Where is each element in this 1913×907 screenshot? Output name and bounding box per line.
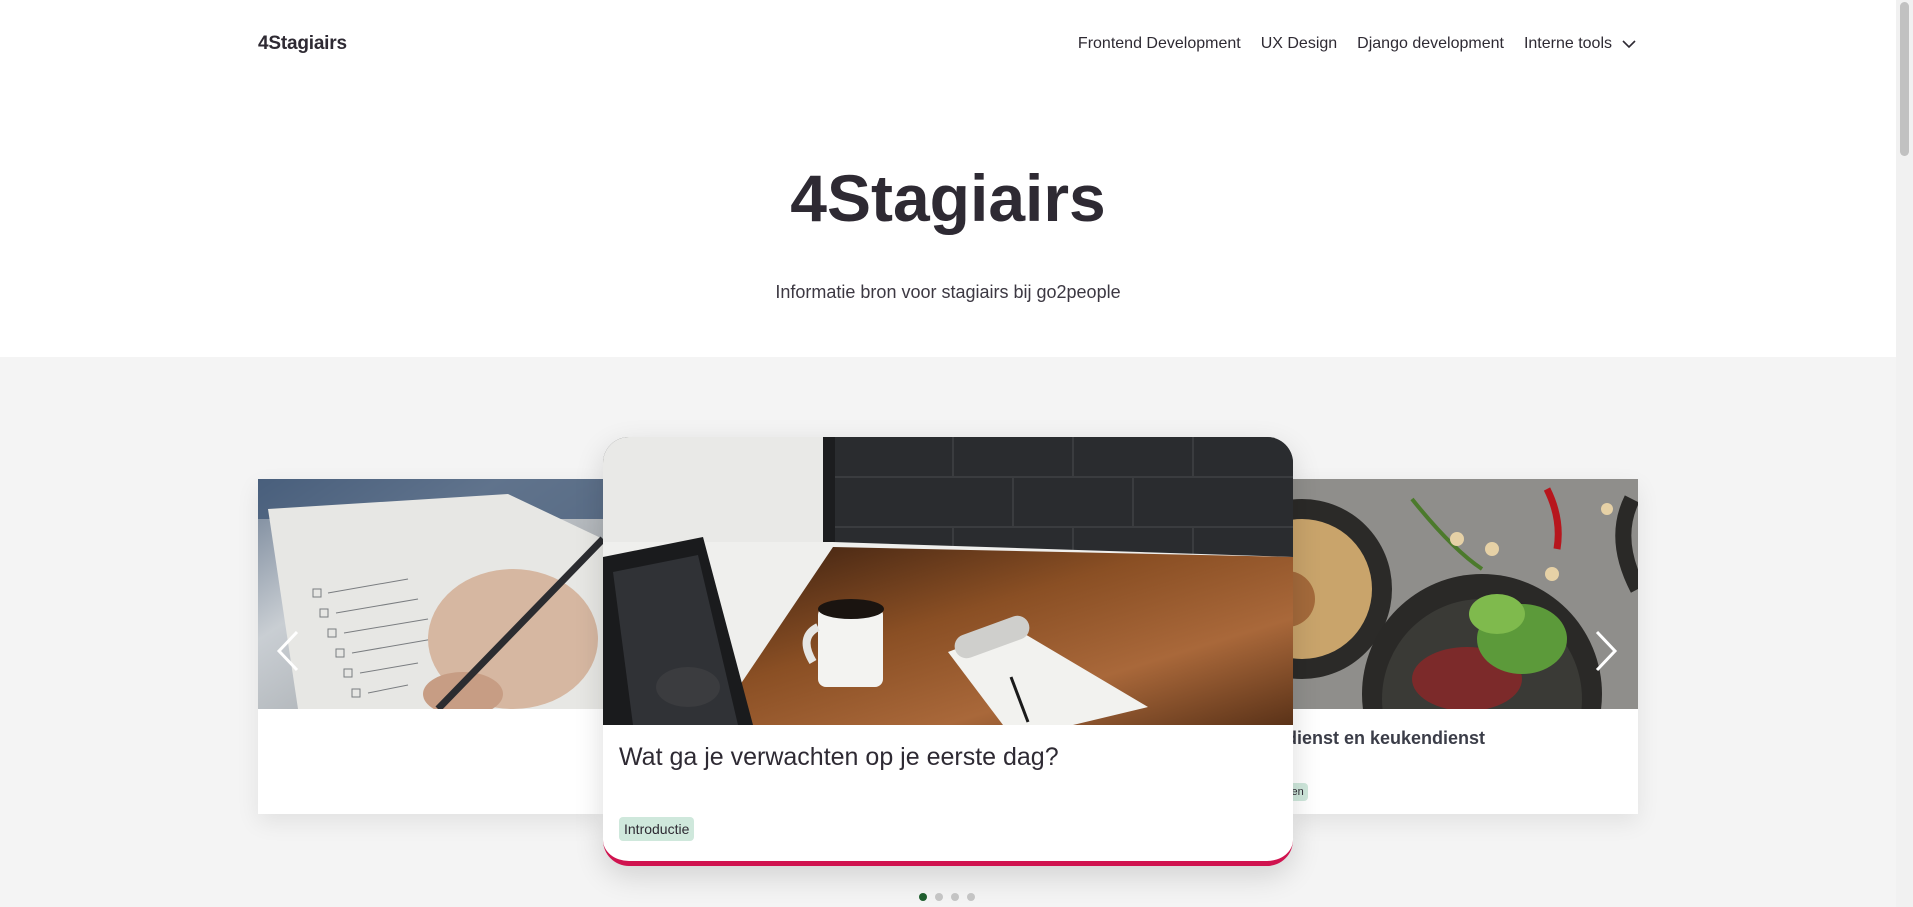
arrow-left-icon[interactable] bbox=[273, 628, 303, 674]
nav-link-django-development[interactable]: Django development bbox=[1357, 35, 1504, 53]
carousel-card-next[interactable]: dienst en keukendienst ken bbox=[1292, 479, 1638, 814]
card-image-notebook bbox=[258, 479, 603, 709]
carousel-card-previous[interactable] bbox=[258, 479, 603, 814]
brand-logo[interactable]: 4Stagiairs bbox=[258, 33, 347, 55]
carousel-card-active[interactable]: Wat ga je verwachten op je eerste dag? I… bbox=[603, 437, 1293, 866]
carousel-dot-1[interactable] bbox=[919, 893, 927, 901]
main-nav: Frontend Development UX Design Django de… bbox=[1078, 35, 1638, 53]
card-title-active[interactable]: Wat ga je verwachten op je eerste dag? bbox=[619, 743, 1059, 772]
carousel-pagination bbox=[919, 893, 975, 901]
carousel-dot-2[interactable] bbox=[935, 893, 943, 901]
card-tag-next[interactable]: ken bbox=[1292, 783, 1308, 801]
card-title-next: dienst en keukendienst bbox=[1292, 728, 1486, 748]
nav-link-frontend-development[interactable]: Frontend Development bbox=[1078, 35, 1241, 53]
nav-dropdown-interne-tools[interactable]: Interne tools bbox=[1524, 35, 1638, 53]
top-navigation: 4Stagiairs Frontend Development UX Desig… bbox=[258, 26, 1638, 62]
card-image-food bbox=[1292, 479, 1638, 709]
page-scrollbar[interactable] bbox=[1896, 0, 1913, 907]
carousel-dot-3[interactable] bbox=[951, 893, 959, 901]
nav-link-ux-design[interactable]: UX Design bbox=[1261, 35, 1337, 53]
hero-title: 4Stagiairs bbox=[790, 161, 1106, 235]
chevron-down-icon bbox=[1622, 40, 1636, 49]
nav-dropdown-label: Interne tools bbox=[1523, 35, 1612, 52]
hero-subtitle: Informatie bron voor stagiairs bij go2pe… bbox=[775, 282, 1121, 302]
scrollbar-thumb[interactable] bbox=[1900, 2, 1909, 156]
card-image-coffee-desk bbox=[603, 437, 1293, 725]
card-tag-active[interactable]: Introductie bbox=[619, 817, 695, 841]
carousel-dot-4[interactable] bbox=[967, 893, 975, 901]
arrow-right-icon[interactable] bbox=[1591, 628, 1621, 674]
